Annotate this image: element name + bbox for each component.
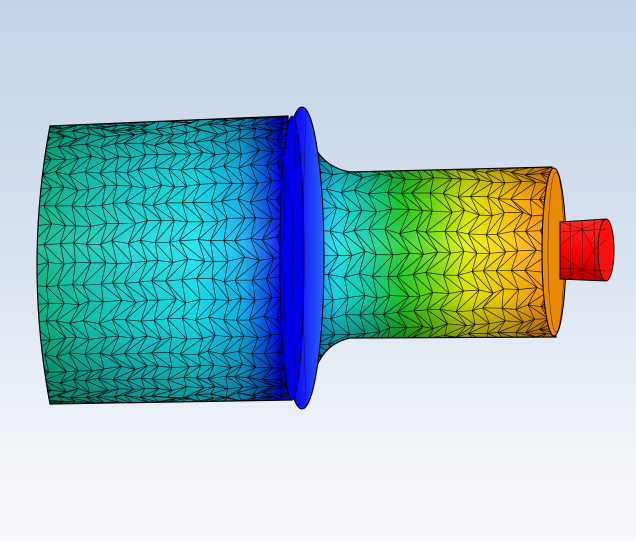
fem-model-view[interactable] xyxy=(0,0,636,541)
small-cylinder[interactable] xyxy=(300,133,567,385)
large-cylinder[interactable] xyxy=(30,115,299,405)
end-stub[interactable] xyxy=(559,218,615,282)
flange-ring[interactable] xyxy=(279,106,325,410)
viewport[interactable] xyxy=(0,0,636,541)
